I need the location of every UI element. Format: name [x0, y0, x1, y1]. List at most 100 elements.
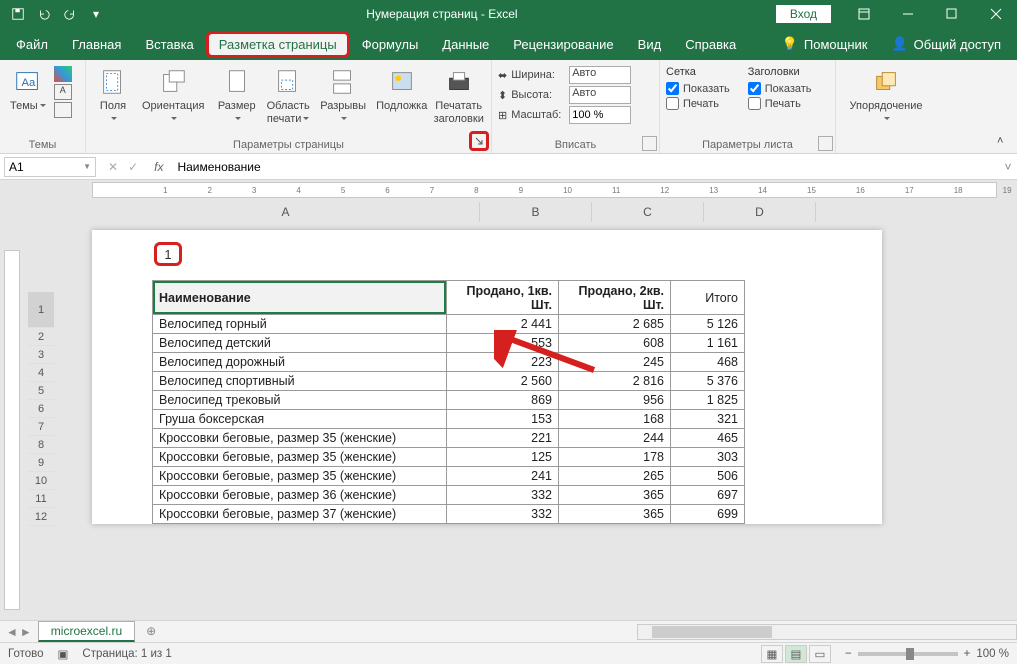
table-header[interactable]: Наименование: [153, 281, 447, 315]
normal-view-icon[interactable]: ▦: [761, 645, 783, 663]
table-cell[interactable]: 608: [559, 334, 671, 353]
table-cell[interactable]: 332: [447, 505, 559, 524]
table-cell[interactable]: 465: [671, 429, 745, 448]
table-cell[interactable]: 265: [559, 467, 671, 486]
expand-formula-bar-icon[interactable]: ˅: [999, 160, 1017, 174]
headings-print-checkbox[interactable]: Печать: [748, 97, 812, 110]
table-cell[interactable]: 332: [447, 486, 559, 505]
table-cell[interactable]: 1 161: [671, 334, 745, 353]
table-row[interactable]: Велосипед горный2 4412 6855 126: [153, 315, 745, 334]
macro-record-icon[interactable]: ▣: [58, 647, 69, 661]
table-cell[interactable]: Велосипед детский: [153, 334, 447, 353]
table-cell[interactable]: Кроссовки беговые, размер 36 (женские): [153, 486, 447, 505]
row-header[interactable]: 12: [28, 508, 54, 526]
background-button[interactable]: Подложка: [375, 64, 428, 115]
row-header[interactable]: 2: [28, 328, 54, 346]
zoom-level[interactable]: 100 %: [976, 648, 1009, 660]
signin-button[interactable]: Вход: [776, 5, 831, 23]
name-box[interactable]: A1▼: [4, 157, 96, 177]
zoom-out-icon[interactable]: −: [845, 648, 852, 660]
row-header[interactable]: 1: [28, 292, 54, 328]
table-header[interactable]: Продано, 1кв. Шт.: [447, 281, 559, 315]
page-setup-dialog-launcher[interactable]: [469, 131, 489, 151]
tab-review[interactable]: Рецензирование: [501, 31, 625, 58]
fx-icon[interactable]: fx: [146, 160, 171, 174]
page-break-view-icon[interactable]: ▭: [809, 645, 831, 663]
zoom-in-icon[interactable]: +: [964, 648, 971, 660]
table-cell[interactable]: 869: [447, 391, 559, 410]
sheet-options-dialog-launcher[interactable]: [818, 136, 833, 151]
table-cell[interactable]: Кроссовки беговые, размер 35 (женские): [153, 448, 447, 467]
close-icon[interactable]: [975, 0, 1017, 28]
row-header[interactable]: 6: [28, 400, 54, 418]
sheet-tab[interactable]: microexcel.ru: [38, 621, 135, 642]
undo-icon[interactable]: [32, 2, 56, 26]
table-cell[interactable]: Велосипед горный: [153, 315, 447, 334]
table-cell[interactable]: 125: [447, 448, 559, 467]
formula-input[interactable]: Наименование: [171, 160, 999, 174]
row-header[interactable]: 5: [28, 382, 54, 400]
tab-help[interactable]: Справка: [673, 31, 748, 58]
print-area-button[interactable]: Область печати: [265, 64, 311, 127]
row-header[interactable]: 4: [28, 364, 54, 382]
table-cell[interactable]: 241: [447, 467, 559, 486]
table-cell[interactable]: Кроссовки беговые, размер 35 (женские): [153, 429, 447, 448]
column-header-b[interactable]: B: [480, 202, 592, 222]
table-cell[interactable]: Кроссовки беговые, размер 37 (женские): [153, 505, 447, 524]
arrange-button[interactable]: Упорядочение: [842, 64, 930, 127]
collapse-ribbon-icon[interactable]: ˄: [997, 135, 1013, 151]
tab-data[interactable]: Данные: [430, 31, 501, 58]
row-header[interactable]: 3: [28, 346, 54, 364]
table-cell[interactable]: 2 560: [447, 372, 559, 391]
enter-icon[interactable]: ✓: [128, 160, 138, 174]
cancel-icon[interactable]: ✕: [108, 160, 118, 174]
table-cell[interactable]: 506: [671, 467, 745, 486]
share-button[interactable]: 👤Общий доступ: [879, 36, 1013, 52]
table-row[interactable]: Велосипед дорожный223245468: [153, 353, 745, 372]
table-cell[interactable]: 153: [447, 410, 559, 429]
zoom-slider[interactable]: [858, 652, 958, 656]
table-cell[interactable]: 168: [559, 410, 671, 429]
scale-dialog-launcher[interactable]: [642, 136, 657, 151]
scale-input[interactable]: [569, 106, 631, 124]
orientation-button[interactable]: Ориентация: [138, 64, 208, 127]
row-header[interactable]: 8: [28, 436, 54, 454]
redo-icon[interactable]: [58, 2, 82, 26]
maximize-icon[interactable]: [931, 0, 973, 28]
table-cell[interactable]: Велосипед спортивный: [153, 372, 447, 391]
column-header-a[interactable]: A: [92, 202, 480, 222]
page-layout-view-icon[interactable]: ▤: [785, 645, 807, 663]
tab-formulas[interactable]: Формулы: [350, 31, 431, 58]
horizontal-scrollbar[interactable]: [637, 624, 1017, 640]
ribbon-options-icon[interactable]: [843, 0, 885, 28]
table-cell[interactable]: 468: [671, 353, 745, 372]
table-cell[interactable]: 2 685: [559, 315, 671, 334]
table-row[interactable]: Велосипед детский5536081 161: [153, 334, 745, 353]
qat-customize-icon[interactable]: ▾: [84, 2, 108, 26]
table-cell[interactable]: 244: [559, 429, 671, 448]
size-button[interactable]: Размер: [212, 64, 261, 127]
table-cell[interactable]: 2 441: [447, 315, 559, 334]
page-number-header[interactable]: 1: [154, 242, 182, 266]
effects-icon[interactable]: [54, 102, 72, 118]
table-cell[interactable]: 303: [671, 448, 745, 467]
themes-button[interactable]: Aa Темы: [6, 64, 50, 115]
table-cell[interactable]: 553: [447, 334, 559, 353]
table-header[interactable]: Продано, 2кв. Шт.: [559, 281, 671, 315]
fonts-icon[interactable]: A: [54, 84, 72, 100]
row-header[interactable]: 7: [28, 418, 54, 436]
tab-scroll-left-icon[interactable]: ◄: [6, 625, 18, 639]
table-cell[interactable]: Велосипед трековый: [153, 391, 447, 410]
table-cell[interactable]: 365: [559, 486, 671, 505]
table-row[interactable]: Кроссовки беговые, размер 36 (женские)33…: [153, 486, 745, 505]
table-cell[interactable]: 1 825: [671, 391, 745, 410]
height-combo[interactable]: Авто: [569, 86, 631, 104]
table-cell[interactable]: 245: [559, 353, 671, 372]
tab-page-layout[interactable]: Разметка страницы: [206, 31, 350, 58]
row-header[interactable]: 10: [28, 472, 54, 490]
save-icon[interactable]: [6, 2, 30, 26]
table-cell[interactable]: 699: [671, 505, 745, 524]
table-cell[interactable]: 178: [559, 448, 671, 467]
table-cell[interactable]: 2 816: [559, 372, 671, 391]
tab-home[interactable]: Главная: [60, 31, 133, 58]
